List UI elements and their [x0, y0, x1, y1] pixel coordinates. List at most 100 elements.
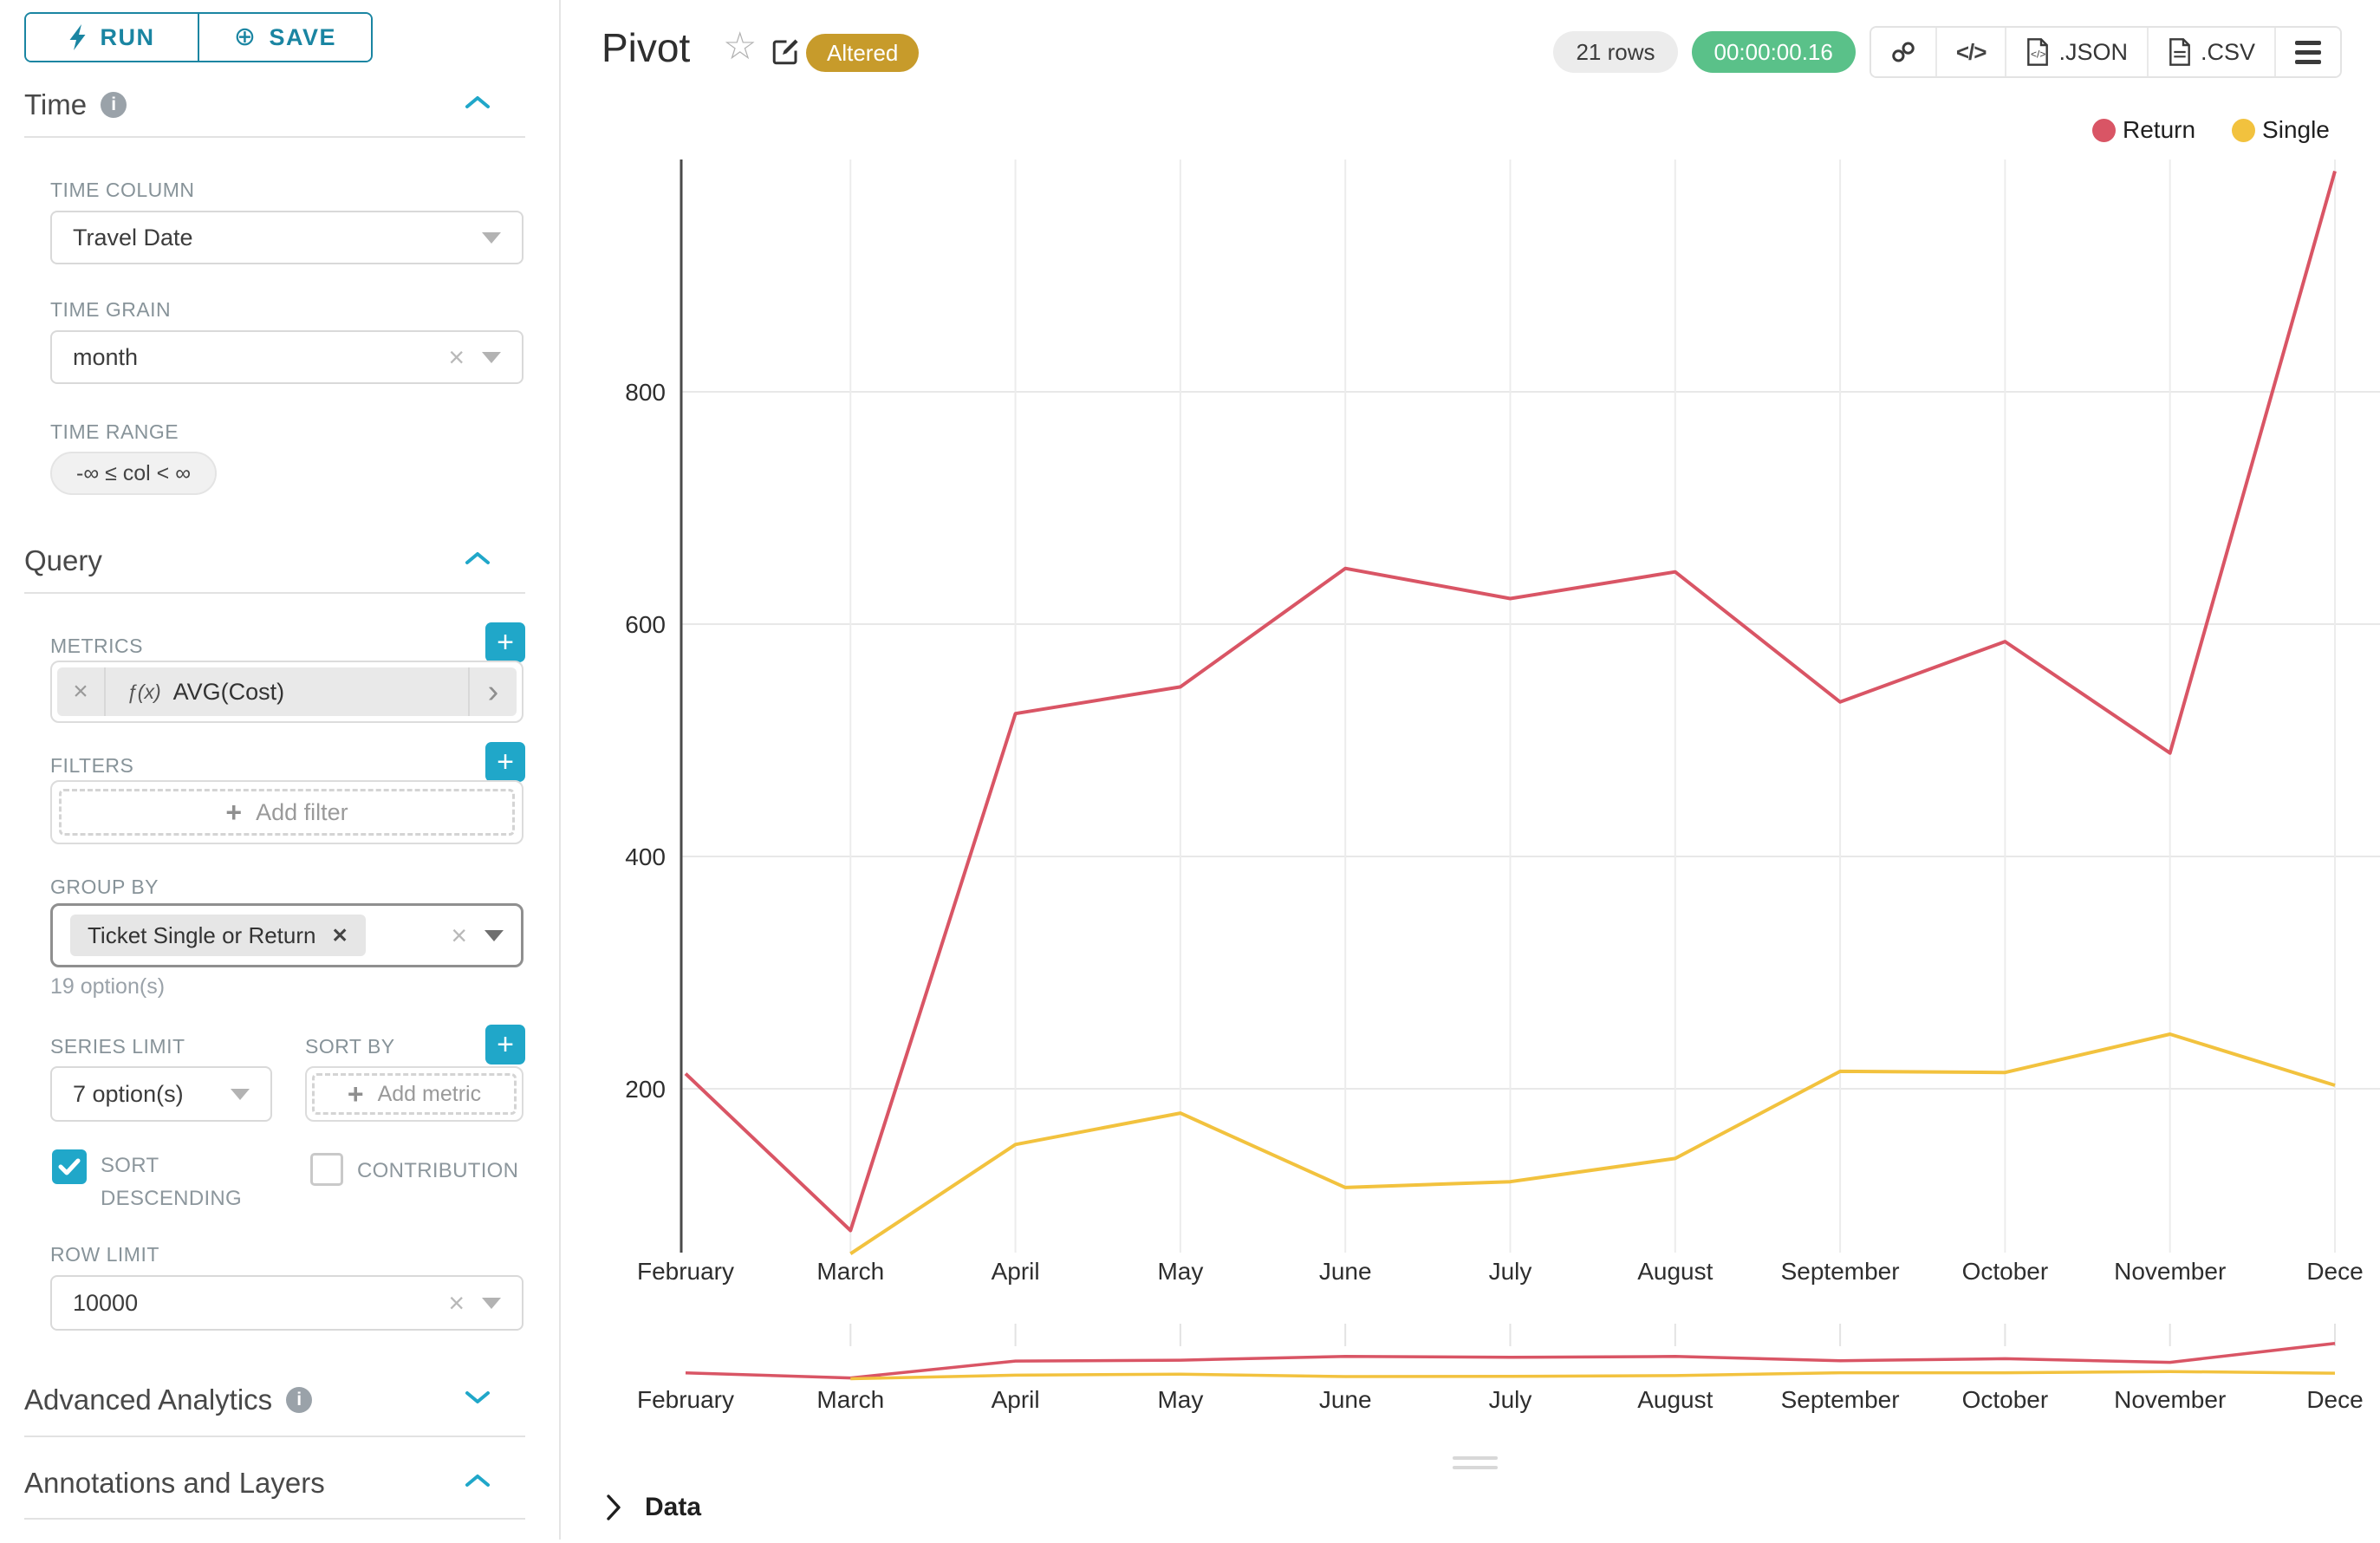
- svg-text:Dece: Dece: [2306, 1258, 2363, 1285]
- svg-text:June: June: [1319, 1258, 1372, 1285]
- svg-text:Dece: Dece: [2306, 1386, 2363, 1413]
- pane-resize-handle[interactable]: [1453, 1456, 1498, 1475]
- chevron-up-icon[interactable]: [465, 95, 491, 109]
- metrics-control: × ƒ(x) AVG(Cost) ›: [50, 661, 523, 723]
- row-limit-value: 10000: [73, 1290, 138, 1317]
- clear-icon[interactable]: ×: [451, 921, 467, 949]
- plus-circle-icon: ⊕: [234, 24, 257, 50]
- add-filter-button[interactable]: + Add filter: [59, 789, 515, 836]
- copy-link-button[interactable]: [1871, 28, 1935, 76]
- svg-text:November: November: [2114, 1258, 2226, 1285]
- chevron-down-icon: [484, 930, 504, 941]
- add-metric-label: Add metric: [378, 1082, 481, 1107]
- annotations-header[interactable]: Annotations and Layers: [24, 1467, 525, 1500]
- time-grain-value: month: [73, 344, 138, 371]
- query-section-header[interactable]: Query: [24, 544, 525, 577]
- svg-text:200: 200: [625, 1076, 666, 1103]
- time-section-header[interactable]: Time i: [24, 88, 525, 121]
- svg-text:February: February: [637, 1386, 734, 1413]
- group-by-options-hint: 19 option(s): [50, 974, 165, 999]
- sort-descending-checkbox[interactable]: [52, 1149, 87, 1184]
- header-actions: 21 rows 00:00:00.16 </> </> .JSON: [1553, 26, 2342, 78]
- save-button[interactable]: ⊕ SAVE: [198, 14, 371, 61]
- row-limit-label: ROW LIMIT: [50, 1243, 159, 1266]
- plus-icon: +: [348, 1078, 364, 1110]
- chevron-down-icon: [482, 232, 501, 244]
- group-by-label: GROUP BY: [50, 876, 159, 899]
- remove-tag-icon[interactable]: ✕: [331, 924, 348, 947]
- metric-pill[interactable]: × ƒ(x) AVG(Cost) ›: [57, 667, 517, 716]
- svg-text:April: April: [992, 1258, 1040, 1285]
- chevron-up-icon[interactable]: [465, 551, 491, 565]
- contribution-label: CONTRIBUTION: [357, 1155, 518, 1188]
- chart-title: Pivot: [602, 24, 690, 71]
- section-divider: [24, 592, 525, 594]
- grid: [681, 160, 2380, 1253]
- add-sort-metric-button[interactable]: + Add metric: [312, 1073, 517, 1115]
- chevron-right-icon[interactable]: ›: [468, 667, 517, 716]
- clear-icon[interactable]: ×: [448, 1289, 465, 1317]
- sort-by-label: SORT BY: [305, 1035, 395, 1058]
- add-filter-plus-button[interactable]: +: [485, 742, 525, 782]
- group-by-tag[interactable]: Ticket Single or Return ✕: [70, 915, 366, 956]
- time-grain-select[interactable]: month ×: [50, 330, 523, 384]
- x-axis-labels: FebruaryMarchAprilMayJuneJulyAugustSepte…: [637, 1258, 2364, 1285]
- annotations-title: Annotations and Layers: [24, 1467, 325, 1500]
- chevron-down-icon[interactable]: [465, 1390, 491, 1404]
- run-button-label: RUN: [101, 24, 155, 51]
- edit-icon[interactable]: [770, 36, 801, 68]
- svg-text:August: August: [1637, 1258, 1713, 1285]
- menu-button[interactable]: [2274, 28, 2340, 76]
- fx-icon: ƒ(x): [127, 680, 161, 704]
- info-icon: i: [286, 1387, 312, 1413]
- svg-text:</>: </>: [2031, 49, 2045, 61]
- contribution-checkbox[interactable]: [310, 1153, 343, 1186]
- data-section-label: Data: [645, 1493, 701, 1522]
- export-json-button[interactable]: </> .JSON: [2005, 28, 2147, 76]
- time-column-select[interactable]: Travel Date: [50, 211, 523, 264]
- clear-icon[interactable]: ×: [448, 343, 465, 371]
- group-by-tag-label: Ticket Single or Return: [88, 922, 315, 949]
- altered-badge[interactable]: Altered: [806, 34, 919, 72]
- check-icon: [58, 1158, 81, 1175]
- favorite-star-icon[interactable]: ☆: [723, 28, 757, 66]
- line-chart: 200400600800FebruaryMarchAprilMayJuneJul…: [559, 87, 2380, 1543]
- single-line: [850, 1034, 2335, 1253]
- svg-text:May: May: [1157, 1258, 1203, 1285]
- brush-minimap[interactable]: FebruaryMarchAprilMayJuneJulyAugustSepte…: [637, 1324, 2364, 1413]
- svg-text:September: September: [1781, 1386, 1900, 1413]
- time-range-label: TIME RANGE: [50, 420, 179, 444]
- chevron-up-icon[interactable]: [465, 1474, 491, 1488]
- advanced-analytics-header[interactable]: Advanced Analytics i: [24, 1383, 525, 1416]
- data-section-toggle[interactable]: Data: [605, 1493, 701, 1522]
- add-metric-plus-button[interactable]: +: [485, 622, 525, 662]
- embed-code-button[interactable]: </>: [1935, 28, 2006, 76]
- series-limit-select[interactable]: 7 option(s): [50, 1066, 272, 1122]
- lightning-icon: [69, 24, 88, 50]
- export-button-group: </> </> .JSON .CSV: [1870, 26, 2342, 78]
- add-sort-metric-plus-button[interactable]: +: [485, 1025, 525, 1064]
- export-json-label: .JSON: [2058, 39, 2128, 66]
- svg-text:800: 800: [625, 379, 666, 406]
- link-icon: [1890, 39, 1916, 65]
- time-range-chip[interactable]: -∞ ≤ col < ∞: [50, 452, 217, 495]
- run-button[interactable]: RUN: [26, 14, 198, 61]
- add-filter-label: Add filter: [256, 799, 348, 826]
- json-file-icon: </>: [2026, 38, 2050, 66]
- remove-metric-icon[interactable]: ×: [57, 667, 106, 716]
- sort-by-control: + Add metric: [305, 1066, 523, 1122]
- info-icon: i: [101, 92, 127, 118]
- advanced-analytics-title: Advanced Analytics: [24, 1383, 272, 1416]
- query-section-title: Query: [24, 544, 102, 577]
- svg-text:April: April: [992, 1386, 1040, 1413]
- row-limit-select[interactable]: 10000 ×: [50, 1275, 523, 1331]
- sort-descending-label: SORT DESCENDING: [101, 1149, 257, 1215]
- svg-text:March: March: [816, 1386, 884, 1413]
- time-range-value: -∞ ≤ col < ∞: [76, 461, 191, 486]
- metric-name: AVG(Cost): [173, 679, 285, 706]
- export-csv-button[interactable]: .CSV: [2147, 28, 2274, 76]
- group-by-select[interactable]: Ticket Single or Return ✕ ×: [50, 903, 523, 967]
- time-grain-label: TIME GRAIN: [50, 298, 171, 322]
- svg-text:July: July: [1489, 1258, 1532, 1285]
- svg-text:October: October: [1962, 1258, 2049, 1285]
